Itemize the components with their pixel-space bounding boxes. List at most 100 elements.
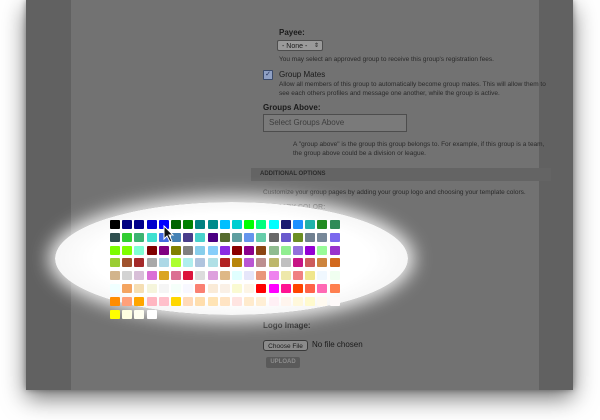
color-swatch[interactable] — [146, 245, 157, 255]
color-swatch[interactable] — [207, 258, 218, 268]
color-swatch[interactable] — [317, 245, 328, 255]
color-swatch[interactable] — [183, 245, 194, 255]
color-swatch[interactable] — [232, 296, 242, 306]
color-swatch[interactable] — [244, 296, 255, 306]
color-swatch[interactable] — [317, 271, 328, 281]
color-swatch[interactable] — [256, 271, 267, 281]
payee-select[interactable]: - None - ⇕ — [277, 40, 323, 51]
color-swatch[interactable] — [171, 284, 181, 293]
color-swatch[interactable] — [280, 271, 291, 281]
color-swatch[interactable] — [219, 271, 230, 281]
color-swatch[interactable] — [256, 232, 267, 242]
color-swatch[interactable] — [183, 271, 194, 281]
color-swatch[interactable] — [158, 245, 169, 255]
color-swatch[interactable] — [122, 284, 133, 293]
color-swatch[interactable] — [158, 296, 169, 306]
color-swatch[interactable] — [207, 284, 218, 293]
color-swatch[interactable] — [195, 271, 206, 281]
color-swatch[interactable] — [256, 245, 267, 255]
color-swatch[interactable] — [232, 220, 242, 229]
color-swatch[interactable] — [244, 284, 255, 293]
color-swatch[interactable] — [280, 232, 291, 242]
color-swatch[interactable] — [207, 220, 218, 229]
color-swatch[interactable] — [268, 284, 279, 293]
color-swatch[interactable] — [134, 284, 145, 293]
color-swatch[interactable] — [207, 232, 218, 242]
color-swatch[interactable] — [244, 245, 255, 255]
groups-above-input[interactable]: Select Groups Above — [263, 114, 407, 132]
upload-button[interactable]: UPLOAD — [266, 357, 300, 368]
color-swatch[interactable] — [280, 258, 291, 268]
color-swatch[interactable] — [293, 271, 303, 281]
color-swatch[interactable] — [171, 245, 181, 255]
color-swatch[interactable] — [146, 258, 157, 268]
color-swatch[interactable] — [171, 271, 181, 281]
color-swatch[interactable] — [317, 284, 328, 293]
color-swatch[interactable] — [256, 258, 267, 268]
color-swatch[interactable] — [232, 245, 242, 255]
color-swatch[interactable] — [171, 258, 181, 268]
color-swatch[interactable] — [293, 284, 303, 293]
color-swatch[interactable] — [293, 220, 303, 229]
color-swatch[interactable] — [219, 258, 230, 268]
color-swatch[interactable] — [122, 245, 133, 255]
color-swatch[interactable] — [134, 258, 145, 268]
color-swatch[interactable] — [195, 296, 206, 306]
color-swatch[interactable] — [134, 232, 145, 242]
color-swatch[interactable] — [329, 232, 340, 242]
color-swatch[interactable] — [244, 258, 255, 268]
color-swatch[interactable] — [122, 309, 133, 319]
color-swatch[interactable] — [329, 258, 340, 268]
color-swatch[interactable] — [329, 271, 340, 281]
color-swatch[interactable] — [317, 232, 328, 242]
color-swatch[interactable] — [183, 258, 194, 268]
color-swatch[interactable] — [256, 296, 267, 306]
color-swatch[interactable] — [317, 220, 328, 229]
color-swatch[interactable] — [244, 220, 255, 229]
color-swatch[interactable] — [268, 232, 279, 242]
color-swatch[interactable] — [244, 232, 255, 242]
color-swatch[interactable] — [305, 271, 316, 281]
color-swatch[interactable] — [219, 296, 230, 306]
color-swatch[interactable] — [195, 245, 206, 255]
color-swatch[interactable] — [256, 220, 267, 229]
color-swatch[interactable] — [219, 284, 230, 293]
color-swatch[interactable] — [293, 296, 303, 306]
color-swatch[interactable] — [134, 309, 145, 319]
color-swatch[interactable] — [232, 232, 242, 242]
color-swatch[interactable] — [122, 220, 133, 229]
color-swatch[interactable] — [183, 220, 194, 229]
color-swatch[interactable] — [134, 220, 145, 229]
color-swatch[interactable] — [110, 284, 120, 293]
color-swatch[interactable] — [158, 284, 169, 293]
color-swatch[interactable] — [158, 258, 169, 268]
color-swatch[interactable] — [317, 296, 328, 306]
color-swatch[interactable] — [146, 296, 157, 306]
color-swatch[interactable] — [183, 284, 194, 293]
color-swatch[interactable] — [146, 271, 157, 281]
color-swatch[interactable] — [183, 232, 194, 242]
color-swatch[interactable] — [207, 296, 218, 306]
color-swatch[interactable] — [146, 232, 157, 242]
color-swatch[interactable] — [171, 296, 181, 306]
color-swatch[interactable] — [268, 220, 279, 229]
color-swatch[interactable] — [110, 232, 120, 242]
color-swatch[interactable] — [183, 296, 194, 306]
color-swatch[interactable] — [146, 309, 157, 319]
color-swatch[interactable] — [256, 284, 267, 293]
color-swatch[interactable] — [329, 245, 340, 255]
color-swatch[interactable] — [122, 296, 133, 306]
color-swatch[interactable] — [122, 232, 133, 242]
color-swatch[interactable] — [329, 284, 340, 293]
color-swatch[interactable] — [280, 245, 291, 255]
color-swatch[interactable] — [110, 258, 120, 268]
color-swatch[interactable] — [146, 220, 157, 229]
color-swatch[interactable] — [280, 220, 291, 229]
color-swatch[interactable] — [305, 258, 316, 268]
color-swatch[interactable] — [268, 258, 279, 268]
color-swatch[interactable] — [134, 296, 145, 306]
color-swatch[interactable] — [195, 284, 206, 293]
color-swatch[interactable] — [122, 258, 133, 268]
color-swatch[interactable] — [305, 232, 316, 242]
color-swatch[interactable] — [219, 220, 230, 229]
